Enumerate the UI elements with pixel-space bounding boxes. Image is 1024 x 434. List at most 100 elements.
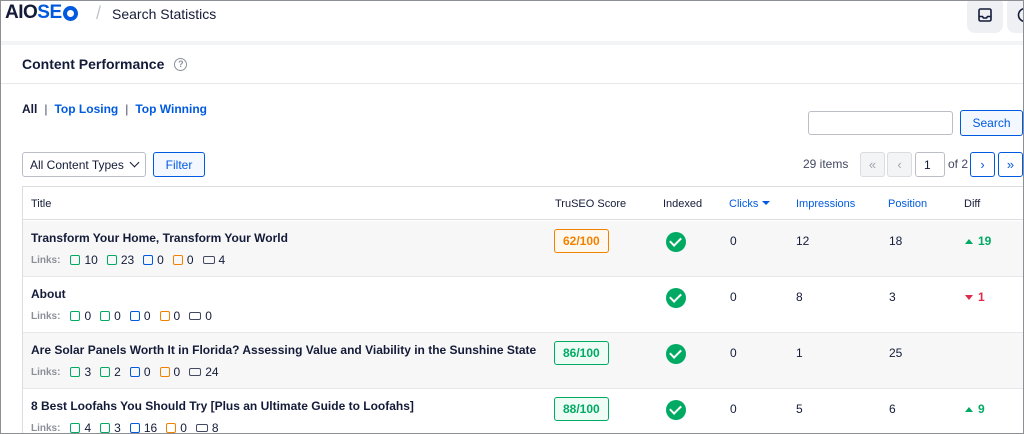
link-chain-icon [189, 368, 202, 376]
row-links: Links: 10 23 0 0 4 [31, 253, 234, 267]
search-input[interactable] [808, 111, 953, 135]
help-icon[interactable]: ? [174, 57, 188, 71]
row-clicks: 0 [730, 290, 737, 304]
row-impressions: 8 [796, 290, 803, 304]
column-impressions-sort[interactable]: Impressions [796, 198, 855, 210]
link-count-value: 24 [205, 365, 219, 379]
row-impressions: 5 [796, 402, 803, 416]
link-count-value: 0 [143, 309, 151, 323]
row-title-link[interactable]: About [31, 287, 66, 301]
link-count-outbound: 0 [100, 309, 121, 323]
help-button[interactable] [1007, 1, 1023, 33]
view-filters: All | Top Losing | Top Winning [22, 102, 207, 116]
filter-divider: | [44, 102, 48, 116]
panel-header: Content Performance ? [1, 45, 1023, 84]
indexed-check-icon [666, 400, 686, 420]
column-truseo-score: TruSEO Score [555, 198, 627, 210]
link-count-internal: 4 [70, 421, 92, 434]
link-chain-icon [195, 424, 208, 432]
logo-prefix: AIO [5, 2, 38, 23]
row-links: Links: 4 3 16 0 8 [31, 421, 228, 434]
prev-page-button[interactable]: ‹ [887, 152, 912, 177]
link-count-value: 2 [114, 365, 121, 379]
external-link-icon [129, 311, 140, 321]
column-clicks-sort[interactable]: Clicks [729, 198, 771, 210]
table-row: Transform Your Home, Transform Your Worl… [23, 221, 1023, 277]
first-page-button[interactable]: « [860, 152, 885, 177]
inbox-button[interactable] [967, 1, 1003, 33]
link-count-outbound: 23 [106, 253, 134, 267]
outbound-link-icon [100, 367, 111, 377]
breadcrumb-separator: / [96, 3, 102, 23]
content-type-selected: All Content Types [30, 157, 124, 172]
arrow-up-icon [965, 406, 973, 412]
indexed-check-icon [666, 344, 686, 364]
table-header: Title TruSEO Score Indexed Clicks Impres… [23, 187, 1023, 220]
link-count-value: 8 [211, 421, 219, 434]
aioseo-logo[interactable]: AIO SE [5, 2, 78, 24]
panel-title: Content Performance [22, 56, 165, 72]
filter-top-losing-link[interactable]: Top Losing [54, 102, 118, 116]
column-position-sort[interactable]: Position [888, 198, 927, 210]
content-type-select[interactable]: All Content Types [22, 152, 146, 177]
row-impressions: 12 [796, 234, 810, 248]
row-title-link[interactable]: Transform Your Home, Transform Your Worl… [31, 231, 288, 245]
page-number-input[interactable]: 1 [915, 152, 945, 177]
link-count-outbound: 2 [100, 365, 121, 379]
row-title-link[interactable]: Are Solar Panels Worth It in Florida? As… [31, 343, 536, 357]
column-indexed: Indexed [663, 198, 703, 210]
diff-value: 19 [978, 234, 992, 248]
link-count-value: 0 [186, 253, 194, 267]
links-label: Links: [31, 366, 61, 378]
filter-all-link[interactable]: All [22, 102, 37, 116]
link-count-value: 4 [84, 421, 92, 434]
row-clicks: 0 [730, 234, 737, 248]
row-title-link[interactable]: 8 Best Loofahs You Should Try [Plus an U… [31, 399, 414, 413]
filter-button[interactable]: Filter [153, 152, 205, 177]
table-row: 8 Best Loofahs You Should Try [Plus an U… [23, 389, 1023, 434]
items-count: 29 items [803, 157, 849, 171]
row-impressions: 1 [796, 346, 803, 360]
diff-value: 9 [978, 402, 985, 416]
truseo-score-badge: 88/100 [554, 397, 609, 421]
link-chain-icon [202, 256, 215, 264]
top-bar: AIO SE / Search Statistics [1, 1, 1023, 41]
row-links: Links: 3 2 0 0 24 [31, 365, 228, 379]
logo-gear-icon [62, 5, 78, 21]
link-count-internal: 0 [70, 309, 91, 323]
next-page-button[interactable]: › [970, 152, 995, 177]
link-count-external: 0 [129, 309, 151, 323]
last-page-button[interactable]: » [998, 152, 1023, 177]
affiliate-cart-icon [159, 311, 170, 321]
column-diff: Diff [964, 198, 981, 210]
row-position: 25 [889, 346, 903, 360]
link-count-external: 0 [143, 253, 164, 267]
filter-top-winning-link[interactable]: Top Winning [135, 102, 207, 116]
internal-link-icon [70, 367, 81, 377]
link-count-value: 10 [84, 253, 98, 267]
row-position: 6 [889, 402, 896, 416]
logo-suffix: SE [37, 2, 62, 23]
link-count-value: 0 [173, 309, 181, 323]
row-position: 18 [889, 234, 903, 248]
row-diff: 19 [965, 234, 991, 248]
link-count-value: 0 [173, 365, 181, 379]
column-title: Title [31, 198, 52, 210]
indexed-check-icon [666, 288, 686, 308]
links-label: Links: [31, 254, 61, 266]
link-count-value: 16 [143, 421, 158, 434]
external-link-icon [129, 423, 140, 433]
internal-link-icon [70, 423, 81, 433]
column-clicks-label: Clicks [729, 198, 759, 210]
link-count-value: 0 [157, 253, 164, 267]
indexed-check-icon [666, 232, 686, 252]
external-link-icon [143, 255, 154, 265]
search-button[interactable]: Search [960, 110, 1023, 136]
row-diff: 9 [965, 402, 985, 416]
table-row: About Links: 0 0 0 0 0 0 8 3 1 [23, 277, 1023, 333]
arrow-up-icon [965, 238, 973, 244]
link-count-value: 0 [180, 421, 187, 434]
app-window: AIO SE / Search Statistics Content Perfor… [0, 0, 1024, 434]
link-count-value: 3 [84, 365, 92, 379]
outbound-link-icon [100, 311, 111, 321]
